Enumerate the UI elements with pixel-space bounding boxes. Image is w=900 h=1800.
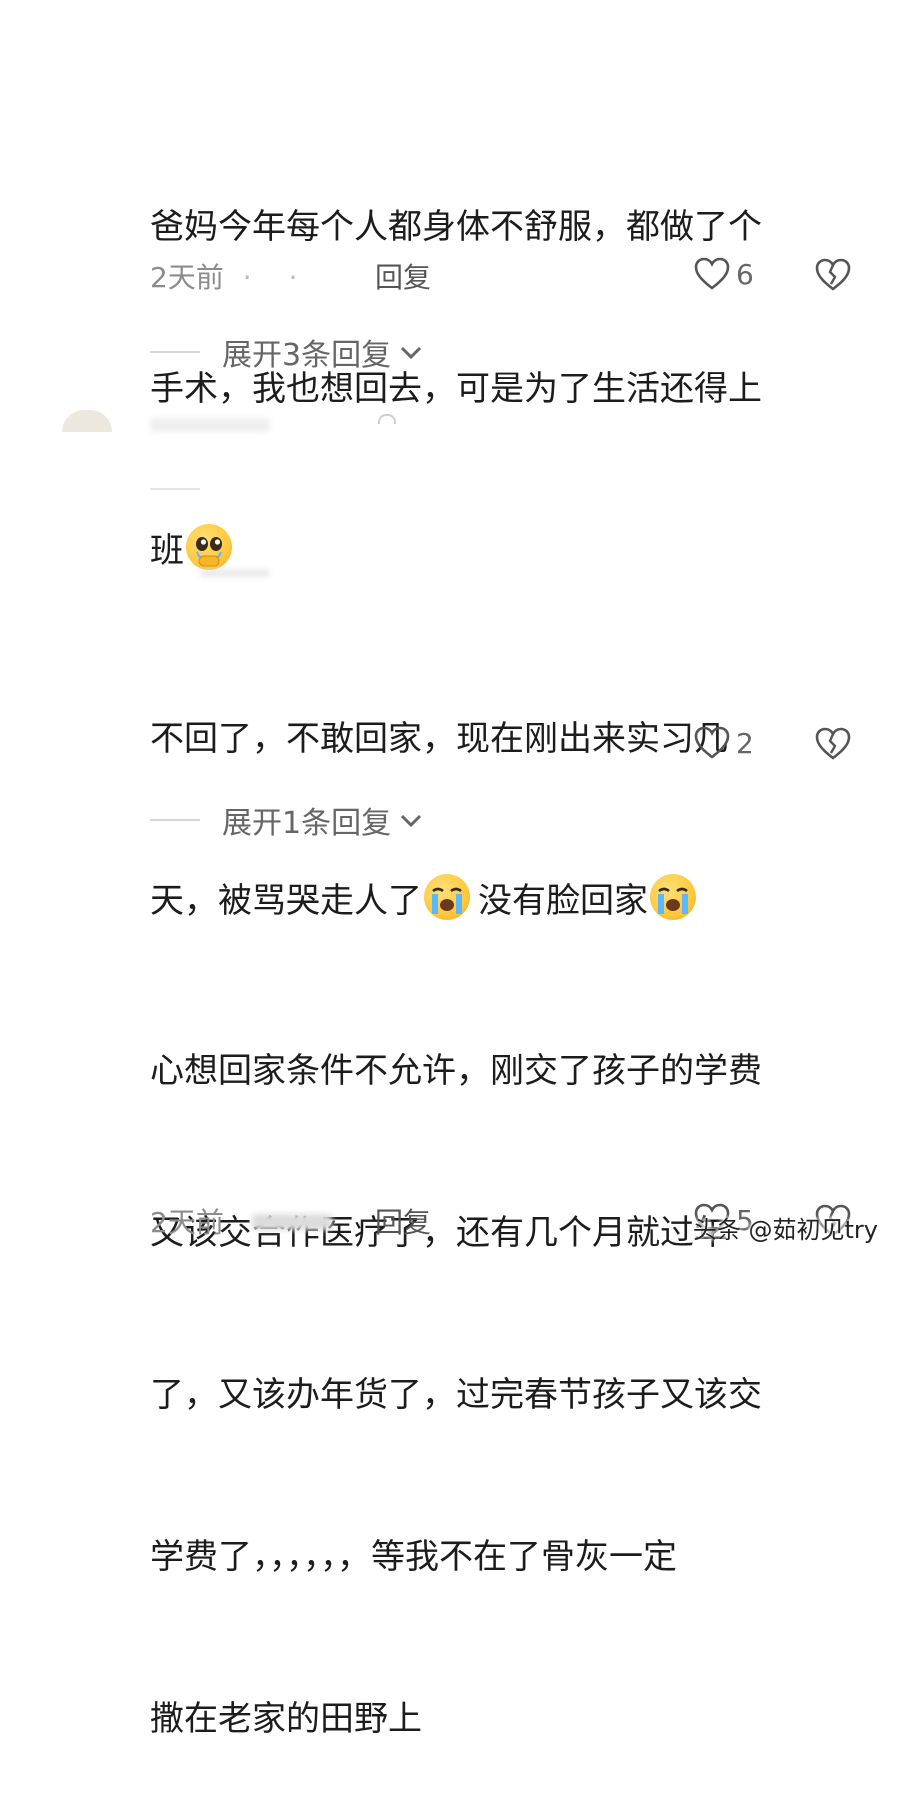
comment-2-dislike-button[interactable] (815, 727, 851, 765)
comment-1-meta: 2天前 · · (150, 258, 297, 298)
comment-1-expand-replies[interactable]: 展开3条回复 (150, 330, 423, 374)
divider (150, 351, 200, 353)
divider (150, 488, 200, 490)
divider (150, 819, 200, 821)
comment-1-like-count: 6 (736, 257, 754, 291)
heart-outline-icon (694, 257, 730, 290)
chevron-down-icon (401, 814, 422, 828)
expand-replies-label: 展开3条回复 (222, 338, 392, 373)
comment-1-line-1: 爸妈今年每个人都身体不舒服，都做了个 (150, 207, 762, 247)
crying-face-emoji-icon (650, 874, 696, 920)
redacted-mark (378, 414, 396, 424)
comment-2-line-2b: 没有脸回家 (478, 881, 648, 921)
comment-3-date: 2天前 (150, 1206, 224, 1239)
watermark: 头条 @茹初见try (692, 1216, 878, 1244)
comment-2-like-count: 2 (736, 726, 754, 760)
crying-face-emoji-icon (424, 874, 470, 920)
comment-3-reply-button[interactable]: 回复 (375, 1203, 431, 1243)
comment-1-reply-button[interactable]: 回复 (375, 258, 431, 298)
broken-heart-icon (815, 258, 851, 291)
comment-2-line-2a: 天，被骂哭走人了 (150, 881, 422, 921)
comment-2-like-button[interactable]: 2 (694, 726, 754, 760)
comment-1-like-button[interactable]: 6 (694, 257, 754, 291)
comment-1-separator-2: · (288, 261, 298, 294)
redacted-username (150, 418, 270, 432)
expand-replies-label: 展开1条回复 (222, 806, 392, 841)
comment-3-line-1: 心想回家条件不允许，刚交了孩子的学费 (150, 1051, 762, 1091)
broken-heart-icon (815, 727, 851, 760)
comment-3-meta: 2天前 (150, 1203, 224, 1243)
comment-3-text: 心想回家条件不允许，刚交了孩子的学费 又该交合作医疗了，还有几个月就过年 了，又… (150, 936, 840, 1800)
chevron-down-icon (401, 346, 422, 360)
avatar[interactable] (62, 410, 112, 432)
comment-3-line-5: 撒在老家的田野上 (150, 1699, 422, 1739)
heart-outline-icon (694, 726, 730, 759)
redacted-text (200, 570, 270, 576)
comment-2-text: 不回了，不敢回家，现在刚出来实习几 天，被骂哭走人了 没有脸回家 (150, 604, 840, 982)
pleading-face-emoji-icon (186, 524, 232, 570)
comment-3-line-3: 了，又该办年货了，过完春节孩子又该交 (150, 1375, 762, 1415)
comment-2-expand-replies[interactable]: 展开1条回复 (150, 798, 423, 842)
comment-1-dislike-button[interactable] (815, 258, 851, 296)
comment-3-line-4: 学费了，，，，，，等我不在了骨灰一定 (150, 1537, 677, 1577)
redacted-location (252, 1214, 332, 1230)
comment-1-date: 2天前 (150, 261, 224, 294)
comment-1-separator: · (242, 261, 252, 294)
comment-1-line-3: 班 (150, 531, 184, 571)
